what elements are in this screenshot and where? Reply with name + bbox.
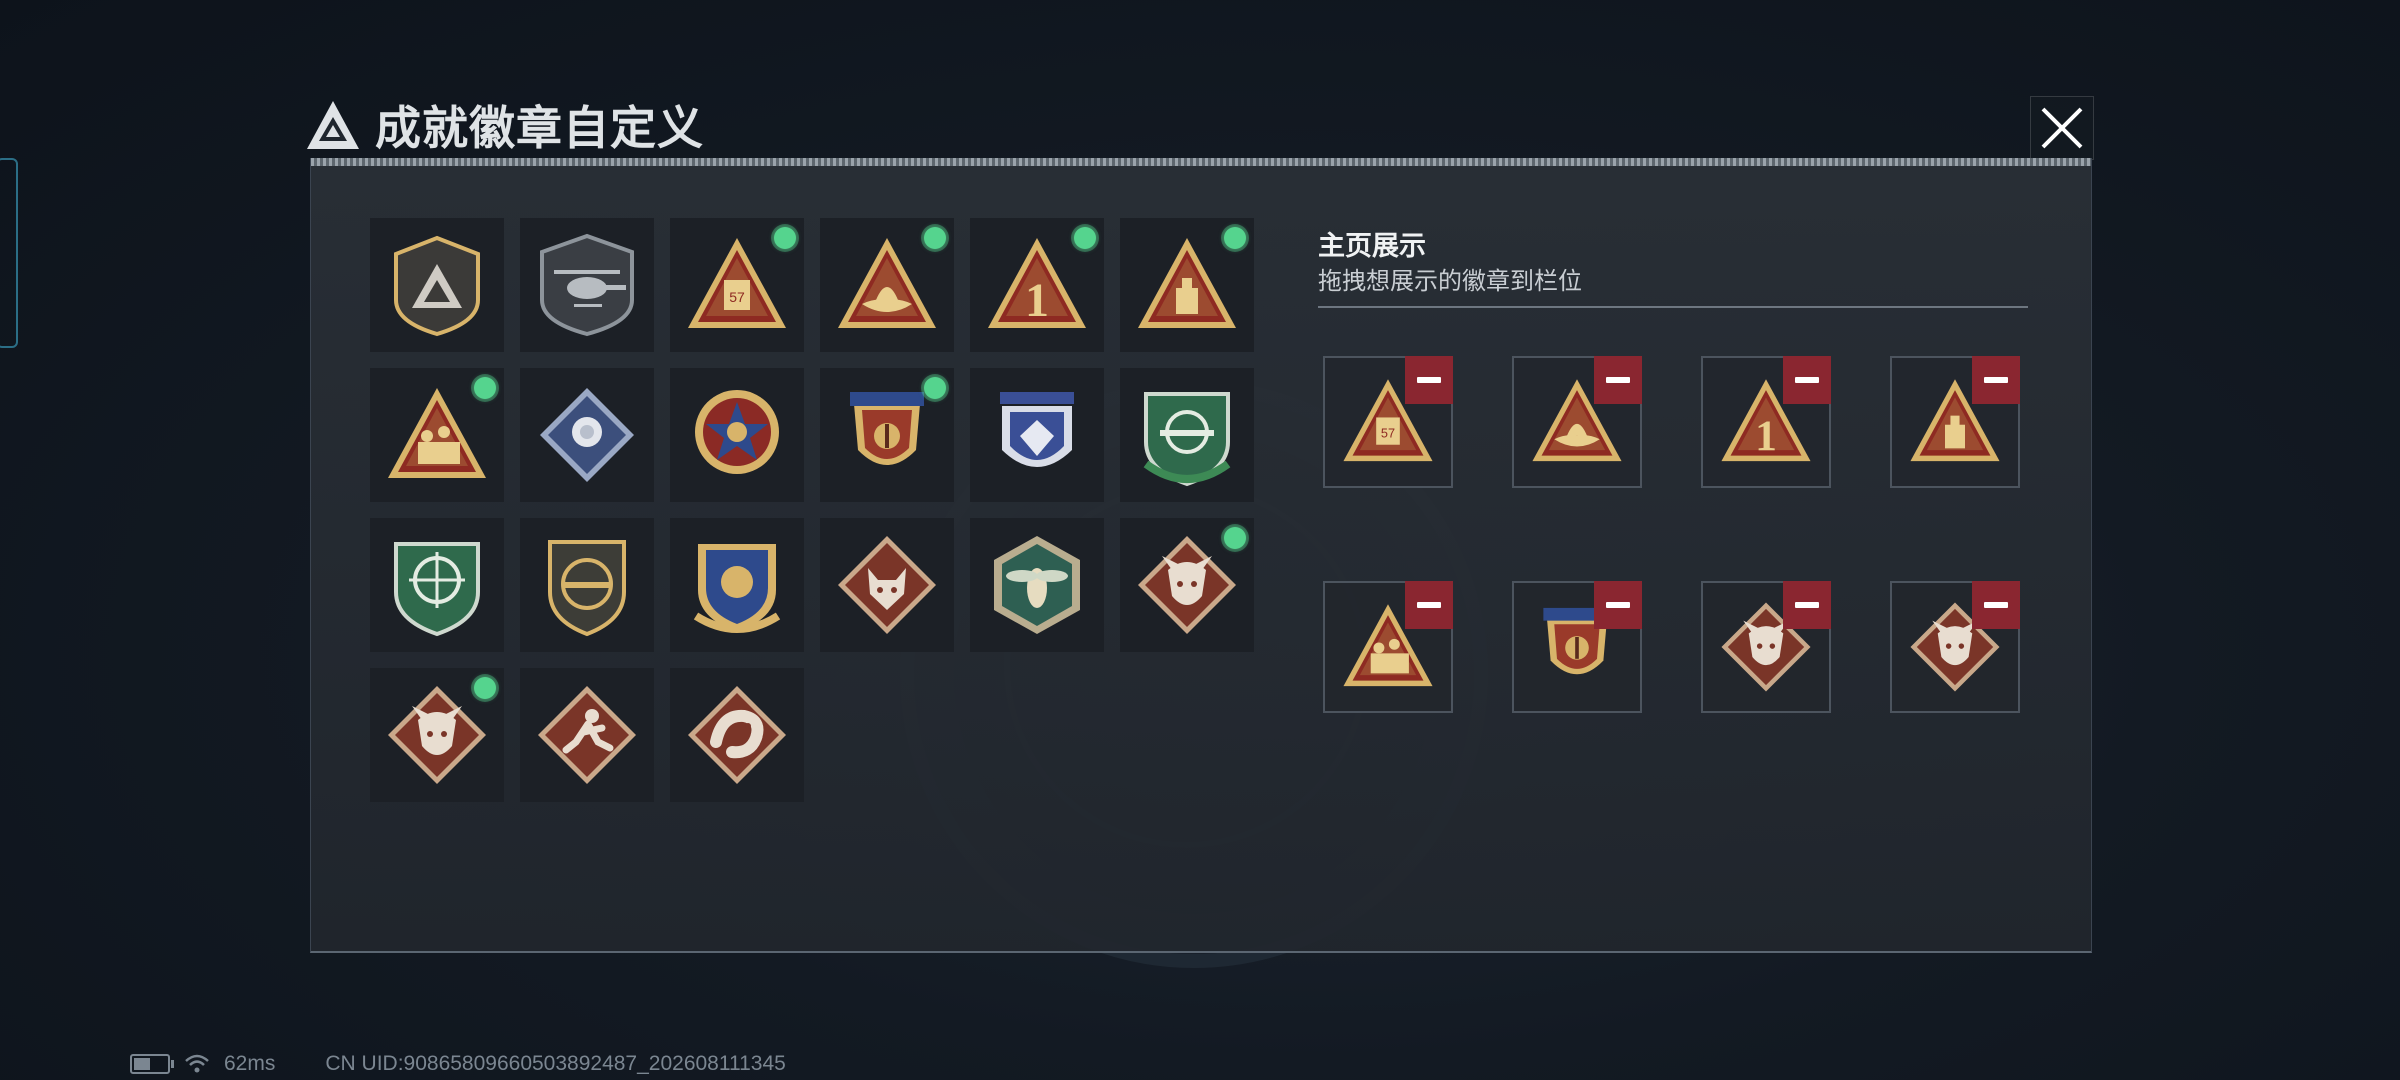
blue-gem-shield-badge-icon	[1000, 392, 1074, 467]
badge-cell[interactable]	[370, 218, 504, 352]
svg-text:1: 1	[1755, 412, 1777, 460]
showcase-slot[interactable]	[1701, 581, 1831, 713]
showcase-slot[interactable]	[1512, 581, 1642, 713]
badge-cell[interactable]	[520, 518, 654, 652]
showcase-slot[interactable]: 57	[1323, 356, 1453, 488]
badge-cell[interactable]	[820, 518, 954, 652]
badge-cell[interactable]	[520, 368, 654, 502]
badge-cell[interactable]	[670, 668, 804, 802]
minus-icon	[1984, 602, 2008, 608]
showcase-slot[interactable]	[1890, 581, 2020, 713]
remove-badge-button[interactable]	[1783, 581, 1831, 629]
dark-rifle-shield-badge-icon	[548, 540, 626, 637]
close-button[interactable]	[2030, 96, 2094, 160]
badge-cell[interactable]	[820, 218, 954, 352]
uid-readout: CN UID:90865809660503892487_202608111345	[325, 1052, 786, 1075]
selected-indicator-icon	[774, 227, 796, 249]
showcase-slot[interactable]	[1512, 356, 1642, 488]
star-medal-badge-icon	[695, 390, 779, 474]
serpent-diamond-badge-icon	[688, 686, 786, 784]
minus-icon	[1417, 602, 1441, 608]
badge-customization-panel: 57 1 主页展示 拖拽想展示的徽章到栏位 57 1	[310, 158, 2092, 953]
minus-icon	[1984, 377, 2008, 383]
minus-icon	[1795, 377, 1819, 383]
delta-logo-icon	[307, 101, 359, 149]
minus-icon	[1606, 377, 1630, 383]
remove-badge-button[interactable]	[1972, 356, 2020, 404]
remove-badge-button[interactable]	[1405, 581, 1453, 629]
badge-cell[interactable]	[1120, 368, 1254, 502]
showcase-slot[interactable]	[1890, 356, 2020, 488]
badge-cell[interactable]	[1120, 218, 1254, 352]
svg-text:57: 57	[1381, 425, 1395, 440]
minus-icon	[1795, 602, 1819, 608]
rose-diamond-badge-icon	[540, 388, 634, 482]
selected-indicator-icon	[474, 677, 496, 699]
wolf-diamond-badge-icon	[838, 536, 936, 634]
remove-badge-button[interactable]	[1594, 356, 1642, 404]
minus-icon	[1417, 377, 1441, 383]
window-title-bar: 成就徽章自定义	[305, 92, 704, 158]
dragon-diamond-badge-icon	[1138, 536, 1236, 634]
blue-gold-crest-badge-icon	[693, 544, 781, 633]
close-icon	[2041, 107, 2083, 149]
window-title: 成就徽章自定义	[375, 102, 704, 154]
showcase-subtitle: 拖拽想展示的徽章到栏位	[1318, 268, 1582, 295]
selected-indicator-icon	[924, 227, 946, 249]
badge-cell[interactable]	[370, 518, 504, 652]
badge-cell[interactable]	[1120, 518, 1254, 652]
badge-cell[interactable]: 57	[670, 218, 804, 352]
helicopter-badge-icon	[540, 233, 634, 337]
selected-indicator-icon	[1224, 527, 1246, 549]
selected-indicator-icon	[1224, 227, 1246, 249]
remove-badge-button[interactable]	[1783, 356, 1831, 404]
wifi-icon	[185, 1054, 209, 1073]
remove-badge-button[interactable]	[1594, 581, 1642, 629]
badge-collection-grid: 57 1	[370, 218, 1254, 802]
badge-cell[interactable]	[520, 668, 654, 802]
soldiers-triangle-badge-icon	[388, 388, 486, 478]
badge-cell[interactable]	[370, 668, 504, 802]
showcase-slot[interactable]	[1323, 581, 1453, 713]
tower-triangle-badge-icon	[1138, 238, 1236, 328]
badge-cell[interactable]	[370, 368, 504, 502]
remove-badge-button[interactable]	[1972, 581, 2020, 629]
showcase-slots: 57 1	[1323, 356, 2020, 713]
minus-icon	[1606, 602, 1630, 608]
showcase-slot[interactable]: 1	[1701, 356, 1831, 488]
showcase-title: 主页展示	[1318, 231, 1426, 261]
shield-triangle-badge-icon	[394, 235, 480, 337]
side-tab-edge[interactable]	[0, 158, 18, 348]
status-bar: 62ms CN UID:90865809660503892487_2026081…	[130, 1052, 786, 1076]
ping-readout: 62ms	[224, 1052, 276, 1075]
number-one-triangle-badge-icon: 1	[988, 238, 1086, 328]
dragon-diamond-badge-icon	[388, 686, 486, 784]
winged-shield-badge-icon	[850, 392, 924, 465]
bunker-triangle-badge-icon: 57	[688, 238, 786, 328]
badge-cell[interactable]: 1	[970, 218, 1104, 352]
selected-indicator-icon	[1074, 227, 1096, 249]
svg-text:1: 1	[1025, 274, 1049, 327]
badge-cell[interactable]	[970, 368, 1104, 502]
battery-icon	[130, 1054, 174, 1074]
badge-cell[interactable]	[820, 368, 954, 502]
badge-cell[interactable]	[970, 518, 1104, 652]
remove-badge-button[interactable]	[1405, 356, 1453, 404]
selected-indicator-icon	[924, 377, 946, 399]
badge-cell[interactable]	[520, 218, 654, 352]
green-rifle-shield-badge-icon	[1143, 392, 1231, 487]
wasp-hexagon-badge-icon	[994, 536, 1080, 634]
selected-indicator-icon	[474, 377, 496, 399]
badge-cell[interactable]	[670, 368, 804, 502]
svg-text:57: 57	[729, 289, 745, 305]
boat-triangle-badge-icon	[838, 238, 936, 328]
panel-top-stripe	[311, 158, 2091, 166]
runner-diamond-badge-icon	[538, 686, 636, 784]
green-crosshair-shield-badge-icon	[394, 542, 480, 637]
badge-cell[interactable]	[670, 518, 804, 652]
showcase-divider	[1318, 306, 2028, 308]
